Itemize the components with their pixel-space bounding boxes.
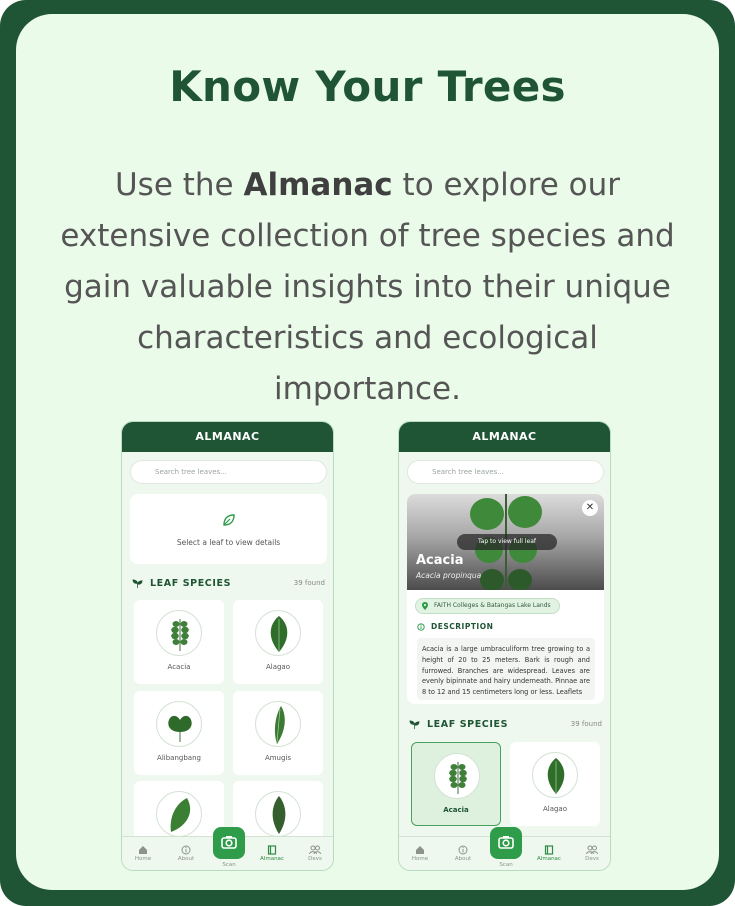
bottom-nav: Home About Scan Almanac Devs [399, 827, 610, 870]
empty-detail-card: Select a leaf to view details [130, 494, 327, 564]
nav-about[interactable]: About [443, 845, 483, 862]
species-name: Alibangbang [157, 754, 201, 762]
intro-text: Use the Almanac to explore our extensive… [40, 160, 695, 415]
camera-icon [498, 836, 514, 849]
section-title: LEAF SPECIES [150, 578, 232, 589]
nav-scan-label: Scan [499, 862, 513, 868]
nav-devs[interactable]: Devs [295, 845, 333, 862]
phone-almanac-detail: ALMANAC Search tree leaves... ✕ Tap to v… [398, 421, 611, 871]
info-icon [181, 845, 191, 855]
nav-label: Almanac [537, 856, 561, 862]
sprout-icon [132, 579, 143, 589]
nav-scan-label: Scan [222, 862, 236, 868]
leaf-species-header: LEAF SPECIES 39 found [132, 576, 325, 592]
leaf-icon [223, 514, 235, 526]
location-pin-icon [422, 602, 428, 610]
acacia-leaf-image [156, 610, 202, 656]
nav-home[interactable]: Home [123, 845, 163, 862]
nav-about[interactable]: About [166, 845, 206, 862]
leaf-image [255, 791, 301, 837]
description-title: DESCRIPTION [431, 622, 494, 631]
species-card-alagao[interactable]: Alagao [233, 600, 323, 684]
people-icon [586, 845, 598, 855]
nav-label: About [177, 856, 195, 862]
species-count: 39 found [293, 579, 325, 587]
app-title: ALMANAC [399, 422, 610, 452]
nav-almanac[interactable]: Almanac [252, 845, 292, 862]
alagao-leaf-image [255, 610, 301, 656]
nav-label: Devs [308, 856, 322, 862]
nav-almanac[interactable]: Almanac [529, 845, 569, 862]
info-icon [458, 845, 468, 855]
leaf-image [156, 791, 202, 837]
alibangbang-leaf-image [156, 701, 202, 747]
scientific-name: Acacia propinqua [416, 571, 482, 580]
search-input[interactable]: Search tree leaves... [407, 460, 604, 484]
nav-home[interactable]: Home [400, 845, 440, 862]
location-chip: FAITH Colleges & Batangas Lake Lands [415, 598, 560, 614]
info-icon [417, 623, 425, 631]
species-card-acacia-selected[interactable]: Acacia [411, 742, 501, 826]
nav-label: Home [134, 856, 152, 862]
search-input[interactable]: Search tree leaves... [130, 460, 327, 484]
home-icon [139, 846, 147, 854]
location-text: FAITH Colleges & Batangas Lake Lands [434, 602, 551, 609]
species-detail-card: ✕ Tap to view full leaf Acacia Acacia pr… [407, 494, 604, 704]
scan-button[interactable] [213, 827, 245, 859]
book-icon [267, 845, 277, 855]
headline: Know Your Trees [169, 62, 566, 111]
book-icon [544, 845, 554, 855]
sprout-icon [409, 720, 420, 730]
nav-devs[interactable]: Devs [572, 845, 610, 862]
leaf-hero-image[interactable]: ✕ Tap to view full leaf Acacia Acacia pr… [407, 494, 604, 590]
section-title: LEAF SPECIES [427, 719, 509, 730]
nav-label: Almanac [260, 856, 284, 862]
leaf-species-header: LEAF SPECIES 39 found [409, 717, 602, 733]
nav-label: About [454, 856, 472, 862]
species-count: 39 found [570, 720, 602, 728]
intro-after: to explore our extensive collection of t… [60, 167, 675, 407]
species-name: Alagao [542, 805, 568, 813]
scan-button[interactable] [490, 827, 522, 859]
species-card-alagao[interactable]: Alagao [510, 742, 600, 826]
species-name: Acacia [167, 663, 191, 671]
people-icon [309, 845, 321, 855]
empty-state-text: Select a leaf to view details [176, 538, 281, 547]
acacia-leaf-image [434, 753, 480, 799]
species-name: Alagao [265, 663, 291, 671]
phone-almanac-list: ALMANAC Search tree leaves... Select a l… [121, 421, 334, 871]
species-name: Amugis [264, 754, 292, 762]
alagao-leaf-image [532, 752, 578, 798]
close-button[interactable]: ✕ [582, 500, 598, 516]
species-card-alibangbang[interactable]: Alibangbang [134, 691, 224, 775]
tap-to-view-hint: Tap to view full leaf [457, 534, 557, 550]
camera-icon [221, 836, 237, 849]
nav-label: Devs [585, 856, 599, 862]
nav-label: Home [411, 856, 429, 862]
species-card-acacia[interactable]: Acacia [134, 600, 224, 684]
close-icon: ✕ [585, 502, 595, 513]
species-name: Acacia [443, 806, 469, 814]
app-title: ALMANAC [122, 422, 333, 452]
description-text: Acacia is a large umbraculiform tree gro… [417, 638, 595, 700]
intro-brand: Almanac [243, 167, 393, 203]
description-header: DESCRIPTION [417, 622, 493, 631]
amugis-leaf-image [255, 701, 301, 747]
species-name-title: Acacia [416, 553, 464, 568]
home-icon [416, 846, 424, 854]
bottom-nav: Home About Scan Almanac Devs [122, 827, 333, 870]
intro-before: Use the [114, 167, 244, 203]
species-card-amugis[interactable]: Amugis [233, 691, 323, 775]
